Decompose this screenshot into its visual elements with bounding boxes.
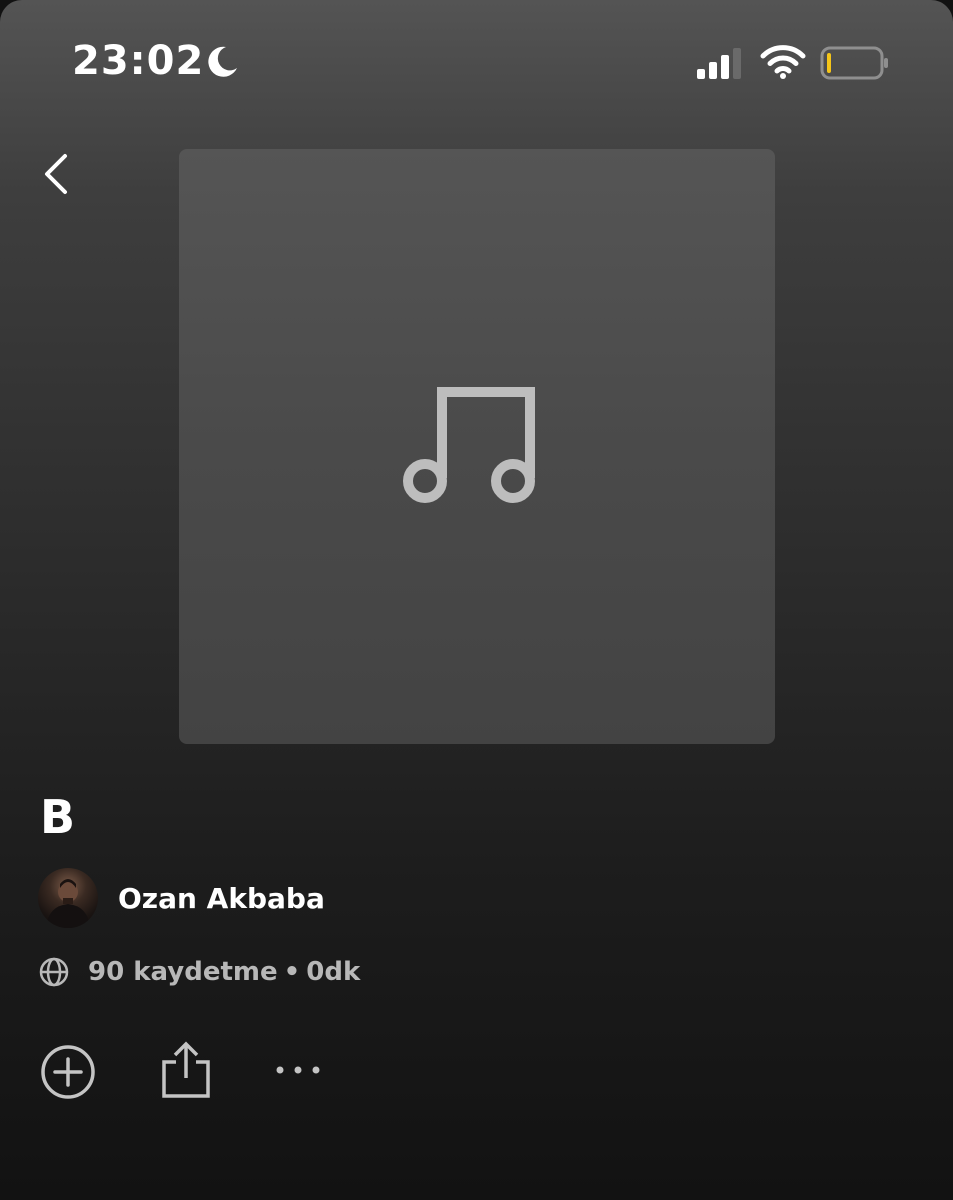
duration: 0dk bbox=[306, 957, 361, 987]
status-time: 23:02 bbox=[72, 38, 205, 84]
battery-low-icon bbox=[820, 45, 892, 81]
status-bar: 23:02 bbox=[0, 0, 953, 130]
music-note-icon bbox=[398, 378, 544, 518]
wifi-icon bbox=[760, 44, 806, 80]
moon-icon bbox=[204, 44, 240, 80]
saves-count: 90 kaydetme bbox=[88, 957, 278, 987]
plus-circle-icon bbox=[41, 1045, 95, 1099]
share-icon bbox=[162, 1041, 210, 1098]
meta-separator: • bbox=[283, 957, 301, 987]
more-options-button[interactable] bbox=[272, 1060, 324, 1080]
more-horizontal-icon bbox=[276, 1066, 320, 1074]
avatar[interactable] bbox=[38, 868, 98, 928]
add-to-library-button[interactable] bbox=[40, 1044, 96, 1100]
chevron-left-icon bbox=[45, 154, 67, 194]
owner-name[interactable]: Ozan Akbaba bbox=[118, 882, 325, 915]
cellular-signal-icon bbox=[695, 47, 745, 79]
share-button[interactable] bbox=[160, 1040, 212, 1098]
back-button[interactable] bbox=[36, 148, 80, 200]
playlist-meta: 90 kaydetme • 0dk bbox=[38, 954, 360, 990]
globe-icon bbox=[38, 956, 70, 988]
owner-row[interactable]: Ozan Akbaba bbox=[38, 868, 325, 928]
playlist-screen: 23:02 B Ozan Akbaba 90 kaydetme • 0dk bbox=[0, 0, 953, 1200]
playlist-title: B bbox=[40, 790, 76, 844]
